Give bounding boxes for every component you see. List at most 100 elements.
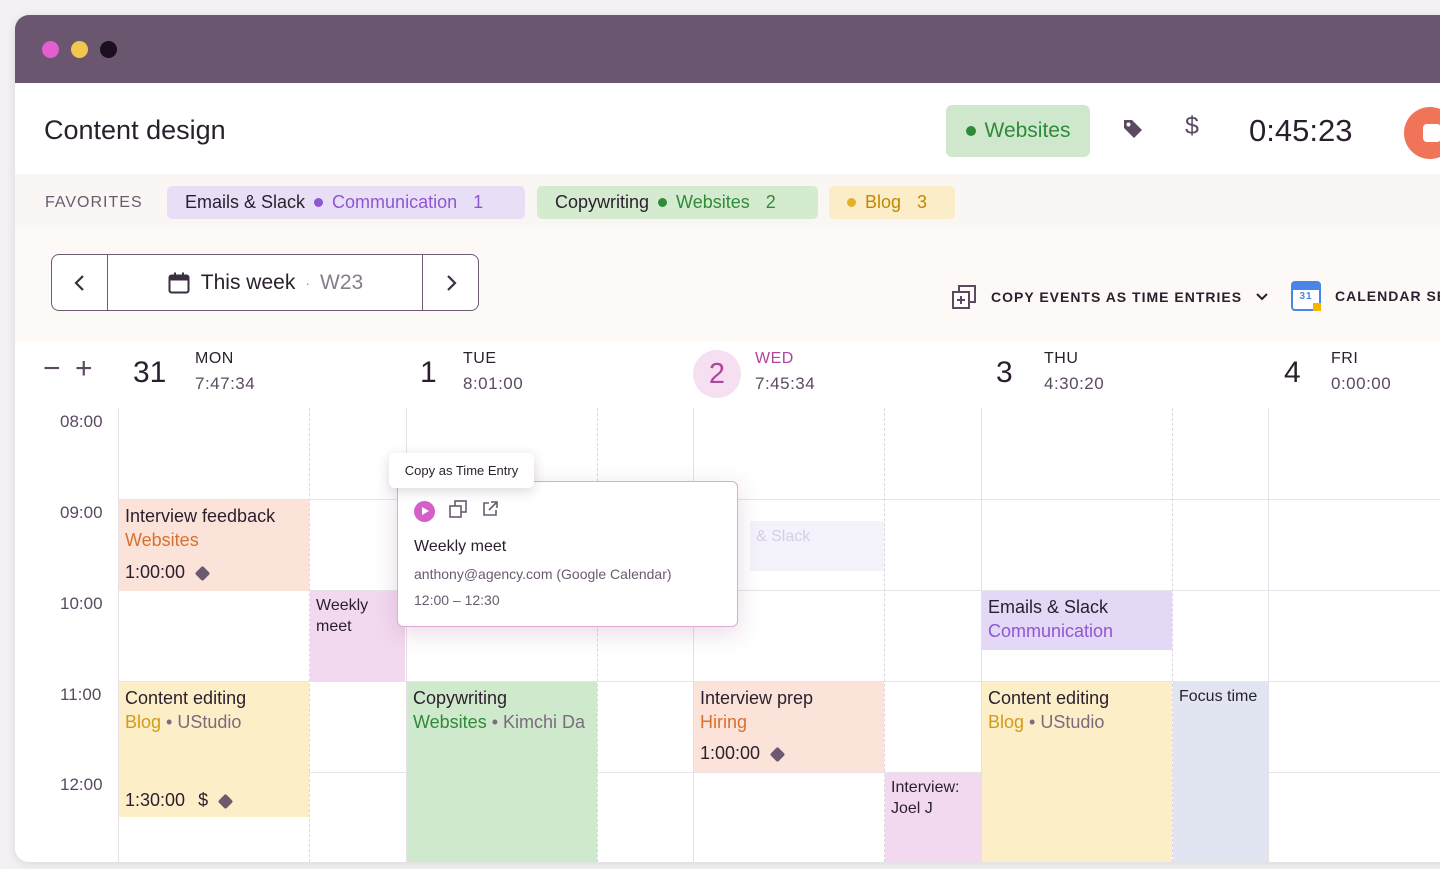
- zoom-in-icon[interactable]: +: [75, 354, 93, 384]
- calendar-event-ghost[interactable]: & Slack: [750, 521, 884, 571]
- day-number: 4: [1284, 356, 1301, 389]
- hour-label: 11:00: [60, 685, 102, 704]
- popover-event-title: Weekly meet: [414, 538, 507, 555]
- today-day-number: 2: [693, 350, 741, 398]
- stop-timer-button[interactable]: [1404, 107, 1440, 159]
- chevron-right-icon: [446, 274, 457, 291]
- calendar-event[interactable]: Weekly meet: [310, 591, 405, 681]
- hour-label: 09:00: [60, 503, 103, 522]
- project-color-dot: [965, 126, 976, 136]
- copy-as-time-entry-tooltip: Copy as Time Entry: [389, 453, 534, 488]
- minimize-window-button[interactable]: [71, 41, 88, 58]
- entry-duration: 1:00:00: [700, 743, 761, 763]
- title-bar: [15, 15, 1440, 83]
- day-number: 3: [996, 356, 1013, 389]
- time-entry[interactable]: Interview prep Hiring 1:00:00: [694, 682, 884, 772]
- play-icon[interactable]: [414, 501, 435, 522]
- day-column-divider: [693, 408, 694, 862]
- favorites-bar: FAVORITES Emails & Slack Communication 1…: [15, 174, 1440, 228]
- hour-label: 12:00: [60, 775, 103, 794]
- entry-duration: 1:00:00: [125, 562, 186, 582]
- week-label-text: This week: [200, 270, 296, 294]
- day-column-divider: [1268, 408, 1269, 862]
- entry-title: Emails & Slack: [988, 597, 1109, 617]
- favorite-shortcut-number: 2: [765, 192, 776, 212]
- popover-calendar-source: anthony@agency.com (Google Calendar): [414, 566, 672, 582]
- entry-client: UStudio: [1040, 712, 1105, 732]
- stop-icon: [1423, 124, 1440, 142]
- half-column-divider: [597, 408, 598, 862]
- billable-dollar-icon: $: [198, 790, 209, 810]
- calendar-event[interactable]: Focus time: [1173, 682, 1268, 862]
- entry-title: Interview prep: [700, 688, 814, 708]
- calendar-grid[interactable]: 08:00 09:00 10:00 11:00 12:00 Interview …: [15, 408, 1440, 862]
- time-entry[interactable]: Content editing Blog • UStudio: [982, 682, 1172, 862]
- entry-project: Communication: [988, 621, 1114, 641]
- week-separator: ·: [305, 274, 310, 291]
- copy-icon[interactable]: [449, 500, 467, 523]
- day-number: 1: [420, 356, 437, 389]
- external-link-icon[interactable]: [481, 500, 499, 523]
- favorite-item[interactable]: Copywriting Websites 2: [537, 186, 818, 219]
- favorite-item[interactable]: Blog 3: [829, 186, 955, 219]
- entry-title: Copywriting: [413, 688, 508, 708]
- time-entry[interactable]: Copywriting Websites • Kimchi Da: [407, 682, 597, 862]
- project-color-dot: [847, 198, 856, 207]
- entry-project: Websites: [125, 530, 199, 550]
- favorite-shortcut-number: 1: [473, 192, 484, 212]
- day-total: 4:30:20: [1044, 374, 1105, 393]
- project-selector[interactable]: Websites: [946, 105, 1090, 157]
- week-picker[interactable]: This week · W23: [108, 255, 422, 310]
- previous-week-button[interactable]: [52, 255, 108, 310]
- copy-events-button[interactable]: COPY EVENTS AS TIME ENTRIES: [951, 284, 1268, 310]
- tag-icon[interactable]: [1121, 117, 1145, 146]
- day-total: 0:00:00: [1331, 374, 1392, 393]
- favorite-shortcut-number: 3: [917, 192, 928, 212]
- favorite-task: Copywriting: [555, 192, 650, 212]
- chevron-down-icon: [1256, 293, 1268, 301]
- entry-project: Blog: [988, 712, 1025, 732]
- app-window: Content design Websites $ 0:45:23 FAVORI…: [15, 15, 1440, 862]
- day-name: FRI: [1331, 350, 1359, 367]
- zoom-out-icon[interactable]: −: [43, 354, 61, 384]
- day-name: MON: [195, 350, 234, 367]
- day-total: 7:45:34: [755, 374, 816, 393]
- timer-header: Content design Websites $ 0:45:23: [15, 83, 1440, 174]
- favorite-project: Websites: [676, 192, 750, 212]
- close-window-button[interactable]: [42, 41, 59, 58]
- hour-label: 10:00: [60, 594, 103, 613]
- time-entry[interactable]: Interview feedback Websites 1:00:00: [119, 500, 309, 591]
- week-navigator: This week · W23: [51, 254, 479, 311]
- next-week-button[interactable]: [422, 255, 478, 310]
- entry-duration: 1:30:00: [125, 790, 186, 810]
- entry-project: Hiring: [700, 712, 748, 732]
- current-entry-description[interactable]: Content design: [44, 115, 226, 146]
- time-entry[interactable]: Content editing Blog • UStudio 1:30:00 $: [119, 682, 309, 817]
- entry-title: Interview feedback: [125, 506, 276, 526]
- chevron-left-icon: [73, 274, 84, 291]
- calendar-event[interactable]: Interview: Joel J: [885, 773, 981, 862]
- day-number: 31: [133, 356, 167, 389]
- time-entry[interactable]: Emails & Slack Communication: [982, 591, 1172, 650]
- hour-label: 08:00: [60, 412, 103, 431]
- calendar-toolbar: This week · W23 COPY EVENTS AS TIME ENTR…: [15, 228, 1440, 341]
- day-name: WED: [755, 350, 794, 367]
- favorite-project: Communication: [332, 192, 458, 212]
- entry-title: Content editing: [125, 688, 247, 708]
- day-total: 8:01:00: [463, 374, 524, 393]
- event-title: Focus time: [1179, 688, 1258, 705]
- maximize-window-button[interactable]: [100, 41, 117, 58]
- calendar-settings-button[interactable]: 31 CALENDAR SE: [1291, 281, 1440, 311]
- project-color-dot: [658, 198, 668, 207]
- billable-dollar-icon[interactable]: $: [1185, 114, 1199, 139]
- favorite-item[interactable]: Emails & Slack Communication 1: [167, 186, 525, 219]
- entry-client: UStudio: [177, 712, 242, 732]
- favorites-label: FAVORITES: [45, 194, 143, 211]
- google-calendar-icon: 31: [1291, 281, 1321, 311]
- popover-time-range: 12:00 – 12:30: [414, 592, 500, 608]
- day-total: 7:47:34: [195, 374, 256, 393]
- day-name: TUE: [463, 350, 497, 367]
- timer-display: 0:45:23: [1249, 113, 1353, 148]
- tag-icon: [217, 793, 234, 810]
- calendar-settings-label: CALENDAR SE: [1335, 288, 1440, 304]
